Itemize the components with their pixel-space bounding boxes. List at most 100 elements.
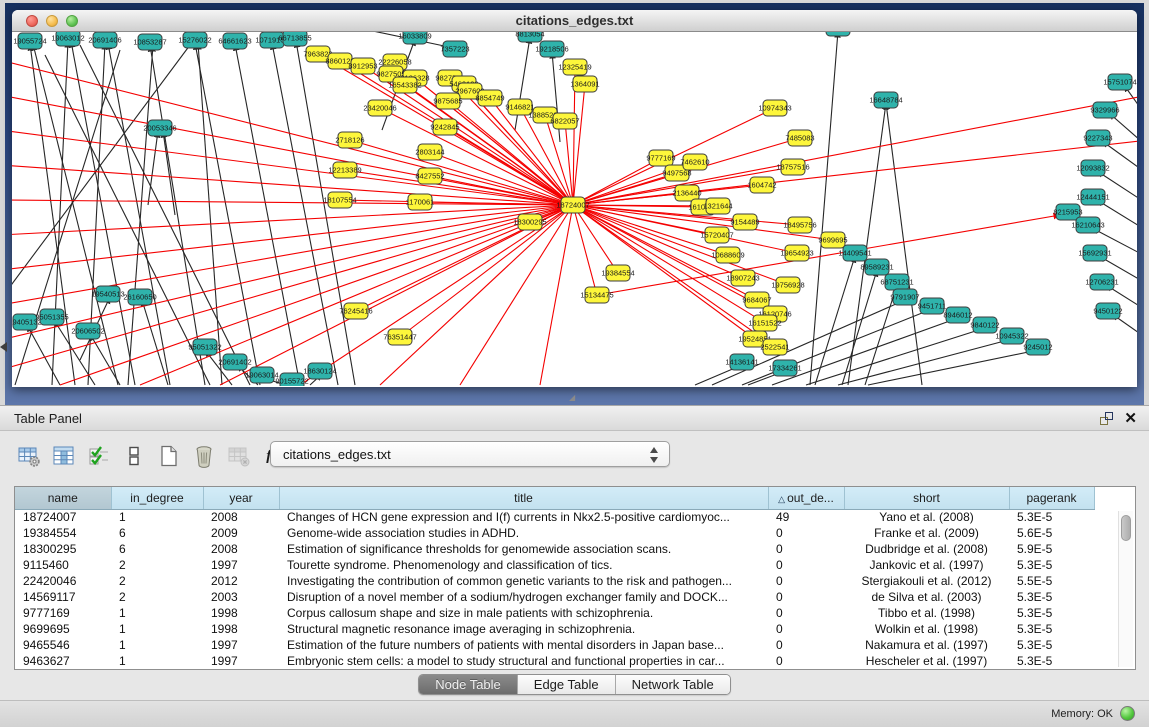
graph-node[interactable]: 9154489 <box>730 214 759 230</box>
table-row[interactable]: 911546021997Tourette syndrome. Phenomeno… <box>15 557 1094 573</box>
new-column-icon[interactable] <box>156 443 182 469</box>
table-row[interactable]: 977716911998Corpus callosum shape and si… <box>15 605 1094 621</box>
graph-node[interactable]: 66713855 <box>278 32 311 46</box>
table-settings-icon[interactable] <box>16 443 42 469</box>
graph-node[interactable]: 76245416 <box>339 303 372 319</box>
graph-node[interactable]: 16543382 <box>388 77 421 93</box>
graph-node[interactable]: 89589231 <box>860 259 893 275</box>
graph-node[interactable]: 9699695 <box>818 232 847 248</box>
graph-node[interactable]: 19218506 <box>535 41 568 57</box>
column-header-pagerank[interactable]: pagerank <box>1009 487 1094 509</box>
graph-node[interactable]: 8912953 <box>348 58 377 74</box>
network-canvas[interactable]: 1872400779638228860128891295322226058982… <box>12 32 1137 386</box>
memory-ok-led-icon[interactable] <box>1120 706 1135 721</box>
tab-network-table[interactable]: Network Table <box>616 675 730 694</box>
column-header-year[interactable]: year <box>203 487 279 509</box>
graph-node[interactable]: 14409541 <box>838 245 871 261</box>
tab-node-table[interactable]: Node Table <box>419 675 518 694</box>
graph-node[interactable]: 9791907 <box>890 289 919 305</box>
close-panel-icon[interactable]: ✕ <box>1124 409 1137 427</box>
graph-node[interactable]: 1321644 <box>703 198 732 214</box>
column-header-title[interactable]: title <box>279 487 768 509</box>
graph-node[interactable]: 12325419 <box>558 59 591 75</box>
graph-node[interactable]: 18630124 <box>303 363 336 379</box>
graph-node[interactable]: 19063014 <box>245 367 278 383</box>
graph-node[interactable]: 16033809 <box>398 32 431 44</box>
graph-node[interactable]: 8854749 <box>475 90 504 106</box>
float-panel-icon[interactable] <box>1100 412 1113 425</box>
table-scrollbar[interactable] <box>1118 511 1133 667</box>
graph-node[interactable]: 12706231 <box>1085 274 1118 290</box>
column-header-out-de-[interactable]: △out_de... <box>768 487 844 509</box>
graph-node[interactable]: 18107554 <box>323 192 356 208</box>
graph-node[interactable]: 18495756 <box>783 217 816 233</box>
graph-node[interactable]: 8813054 <box>515 32 544 42</box>
graph-node[interactable]: 2718126 <box>335 132 364 148</box>
graph-node[interactable]: 20606502 <box>71 323 104 339</box>
graph-node[interactable]: 9227343 <box>1083 130 1112 146</box>
graph-node[interactable]: 23420046 <box>363 100 396 116</box>
graph-node[interactable]: 14136141 <box>725 354 758 370</box>
graph-node[interactable]: 8427552 <box>415 168 444 184</box>
table-row[interactable]: 969969511998Structural magnetic resonanc… <box>15 621 1094 637</box>
graph-node[interactable]: 20691402 <box>218 354 251 370</box>
graph-node[interactable]: 7485083 <box>785 130 814 146</box>
graph-node[interactable]: 9875685 <box>433 93 462 109</box>
graph-node[interactable]: 9451711 <box>918 298 947 314</box>
graph-node[interactable]: 17334261 <box>768 360 801 376</box>
column-header-name[interactable]: name <box>15 487 111 509</box>
column-visibility-icon[interactable] <box>51 443 77 469</box>
graph-node[interactable]: 7462610 <box>680 154 709 170</box>
graph-node[interactable]: 10688609 <box>711 247 744 263</box>
graph-node[interactable]: 10974343 <box>758 100 791 116</box>
graph-node[interactable]: 20053346 <box>143 120 176 136</box>
graph-node[interactable]: 19540513 <box>91 286 124 302</box>
table-selector-dropdown[interactable]: citations_edges.txt <box>270 441 670 467</box>
graph-node[interactable]: 6822057 <box>550 113 579 129</box>
table-row[interactable]: 1456911722003Disruption of a novel membe… <box>15 589 1094 605</box>
graph-node[interactable]: 8946012 <box>943 307 972 323</box>
graph-node[interactable]: 26160650 <box>123 289 156 305</box>
graph-node[interactable]: 12213389 <box>328 162 361 178</box>
graph-node[interactable]: 12093832 <box>1076 160 1109 176</box>
graph-node[interactable]: 76351447 <box>383 329 416 345</box>
graph-node[interactable]: 18300295 <box>513 214 546 230</box>
graph-node[interactable]: 18757516 <box>776 159 809 175</box>
graph-node[interactable]: 1170061 <box>406 194 435 210</box>
graph-node[interactable]: 18907243 <box>726 270 759 286</box>
graph-node[interactable]: 15692931 <box>1078 245 1111 261</box>
delete-table-icon[interactable] <box>226 443 252 469</box>
table-row[interactable]: 1938455462009Genome-wide association stu… <box>15 525 1094 541</box>
table-row[interactable]: 946362711997Embryonic stem cells: a mode… <box>15 653 1094 669</box>
graph-node[interactable]: 68751231 <box>880 274 913 290</box>
table-row[interactable]: 1830029562008Estimation of significance … <box>15 541 1094 557</box>
graph-node[interactable]: 19055724 <box>13 33 46 49</box>
graph-node[interactable]: 15751074 <box>1103 74 1136 90</box>
graph-node[interactable]: 16210643 <box>1071 217 1104 233</box>
network-window-titlebar[interactable]: citations_edges.txt <box>12 10 1137 32</box>
graph-node[interactable]: 19756928 <box>771 277 804 293</box>
graph-node[interactable]: 10853287 <box>133 34 166 50</box>
column-header-short[interactable]: short <box>844 487 1009 509</box>
graph-node[interactable]: 2522541 <box>760 339 789 355</box>
column-header-in-degree[interactable]: in_degree <box>111 487 203 509</box>
graph-node[interactable]: 95051355 <box>35 309 68 325</box>
table-row[interactable]: 946554611997Estimation of the future num… <box>15 637 1094 653</box>
select-rows-icon[interactable] <box>86 443 112 469</box>
graph-node[interactable]: 15720407 <box>700 227 733 243</box>
graph-node[interactable]: 18724007 <box>556 197 589 213</box>
graph-node[interactable]: 1364091 <box>570 76 599 92</box>
graph-node[interactable]: 9329966 <box>1090 102 1119 118</box>
graph-node[interactable]: 19063012 <box>51 32 84 46</box>
graph-node[interactable]: 19384554 <box>601 265 634 281</box>
graph-node[interactable]: 9777169 <box>646 150 675 166</box>
sidebar-collapse-arrow-icon[interactable] <box>0 342 7 352</box>
graph-node[interactable]: 1604742 <box>747 177 776 193</box>
table-row[interactable]: 1872400712008Changes of HCN gene express… <box>15 509 1094 525</box>
tab-edge-table[interactable]: Edge Table <box>518 675 616 694</box>
table-mode-icon[interactable] <box>121 443 147 469</box>
graph-node[interactable]: 15276022 <box>178 32 211 48</box>
graph-node[interactable]: 9245012 <box>1023 339 1052 355</box>
graph-node[interactable]: 9450122 <box>1093 303 1122 319</box>
graph-node[interactable]: 2803144 <box>415 144 444 160</box>
